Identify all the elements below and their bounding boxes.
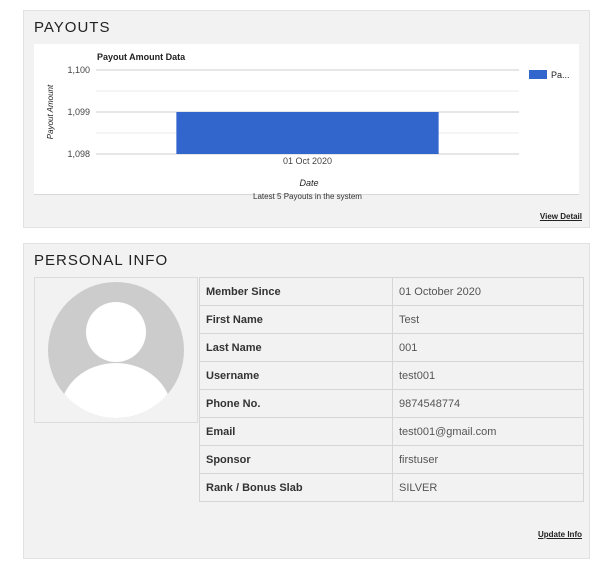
label-last-name: Last Name	[199, 333, 393, 362]
label-member-since: Member Since	[199, 277, 393, 306]
row-sponsor: Sponsor firstuser	[199, 445, 584, 474]
value-email: test001@gmail.com	[392, 417, 584, 446]
label-username: Username	[199, 361, 393, 390]
personal-info-panel: PERSONAL INFO Member Since 01 October 20…	[23, 243, 590, 559]
value-username: test001	[392, 361, 584, 390]
chart-x-ticks: 01 Oct 2020	[283, 156, 332, 166]
row-username: Username test001	[199, 361, 584, 390]
legend-label: Pa...	[551, 70, 570, 80]
avatar-frame	[34, 277, 198, 423]
legend-swatch	[529, 70, 547, 79]
value-rank: SILVER	[392, 473, 584, 502]
row-email: Email test001@gmail.com	[199, 417, 584, 446]
row-rank: Rank / Bonus Slab SILVER	[199, 473, 584, 502]
payouts-panel: PAYOUTS Payout Amount Data Payout Amount…	[23, 10, 590, 228]
payouts-title: PAYOUTS	[34, 19, 111, 36]
value-last-name: 001	[392, 333, 584, 362]
row-member-since: Member Since 01 October 2020	[199, 277, 584, 306]
payout-chart: Payout Amount Data Payout Amount Date 1,…	[34, 44, 579, 195]
payouts-caption: Latest 5 Payouts in the system	[253, 192, 362, 201]
row-first-name: First Name Test	[199, 305, 584, 334]
y-tick-label: 1,100	[67, 65, 90, 75]
chart-y-ticks: 1,098 1,099 1,100	[67, 65, 90, 159]
chart-bars	[176, 112, 439, 154]
label-email: Email	[199, 417, 393, 446]
label-sponsor: Sponsor	[199, 445, 393, 474]
personal-info-title: PERSONAL INFO	[34, 252, 169, 269]
x-tick-label: 01 Oct 2020	[283, 156, 332, 166]
row-phone: Phone No. 9874548774	[199, 389, 584, 418]
chart-title: Payout Amount Data	[97, 52, 186, 62]
value-first-name: Test	[392, 305, 584, 334]
update-info-link[interactable]: Update Info	[538, 530, 582, 539]
payout-chart-svg: Payout Amount Data Payout Amount Date 1,…	[46, 52, 570, 188]
chart-xlabel: Date	[299, 178, 318, 188]
y-tick-label: 1,099	[67, 107, 90, 117]
view-detail-link[interactable]: View Detail	[540, 212, 582, 221]
value-phone: 9874548774	[392, 389, 584, 418]
y-tick-label: 1,098	[67, 149, 90, 159]
label-phone: Phone No.	[199, 389, 393, 418]
bar[interactable]	[176, 112, 439, 154]
label-first-name: First Name	[199, 305, 393, 334]
label-rank: Rank / Bonus Slab	[199, 473, 393, 502]
row-last-name: Last Name 001	[199, 333, 584, 362]
value-member-since: 01 October 2020	[392, 277, 584, 306]
value-sponsor: firstuser	[392, 445, 584, 474]
personal-info-table: Member Since 01 October 2020 First Name …	[199, 277, 584, 502]
chart-ylabel: Payout Amount	[46, 84, 55, 139]
avatar	[48, 282, 184, 418]
